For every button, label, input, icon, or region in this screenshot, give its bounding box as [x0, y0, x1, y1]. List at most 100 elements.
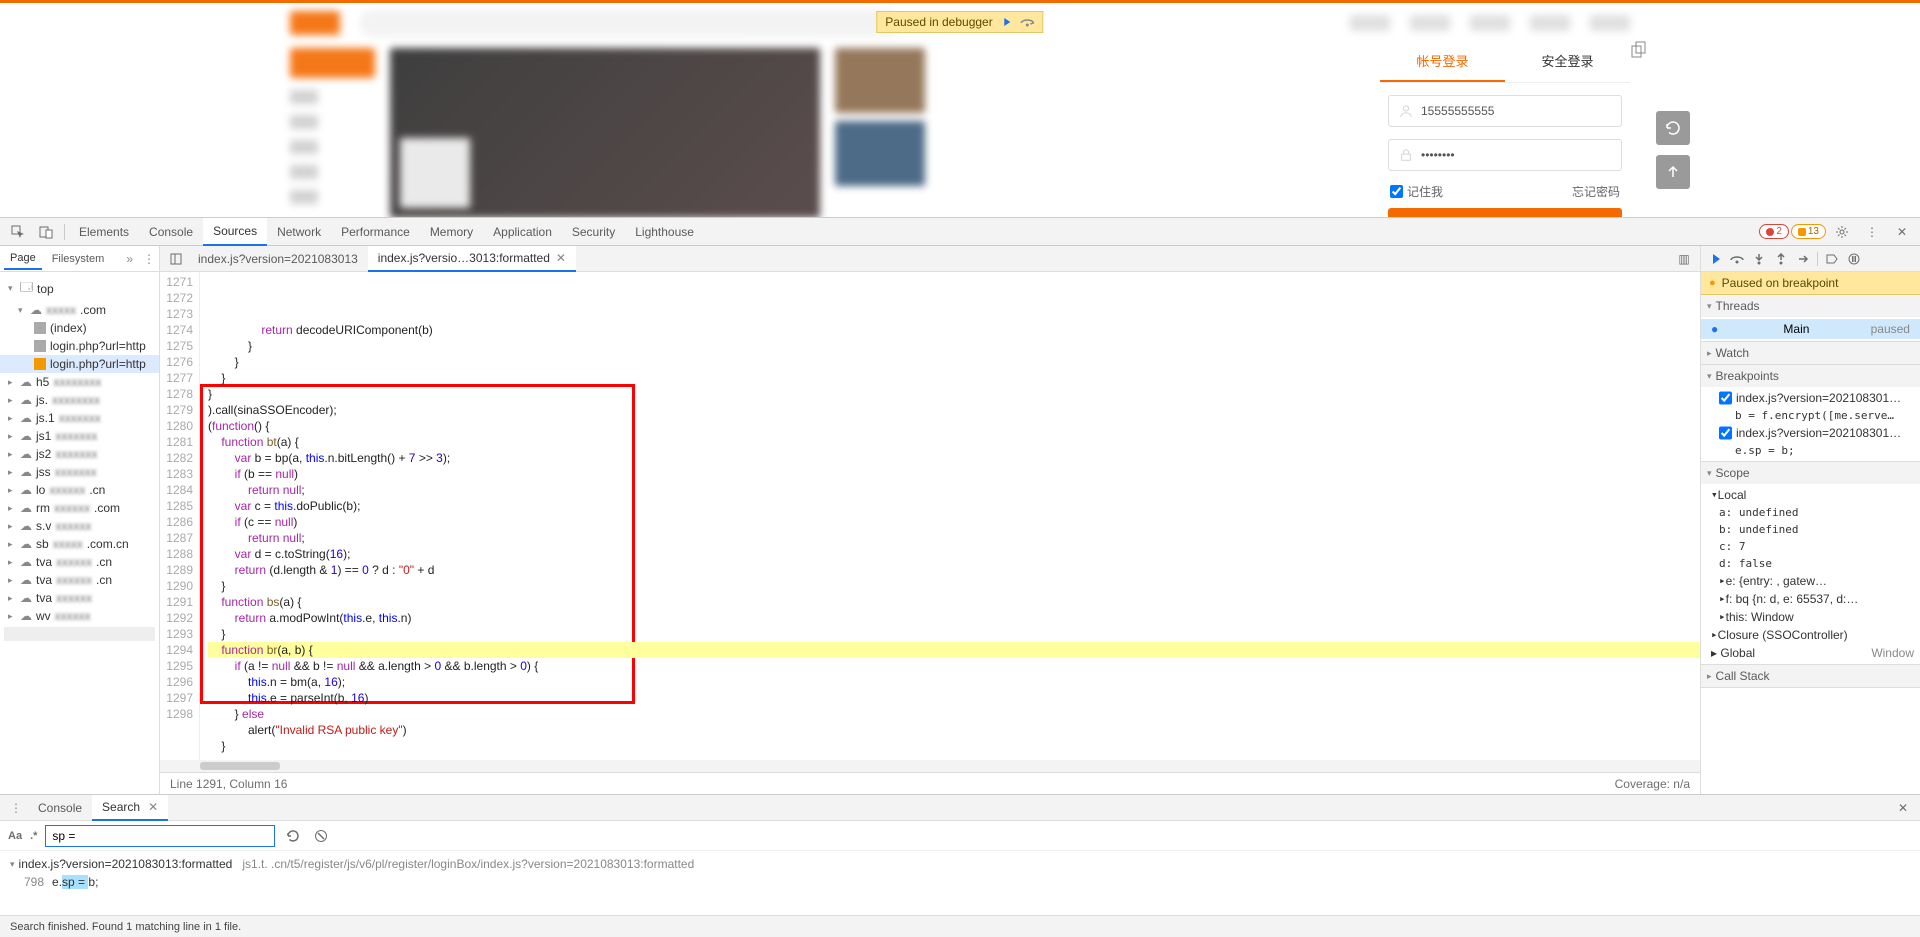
navigator-menu-icon[interactable]: ⋮ — [143, 252, 155, 266]
user-icon — [1399, 104, 1413, 118]
file-nav-icon[interactable] — [164, 247, 188, 271]
tab-network[interactable]: Network — [267, 218, 331, 246]
pause-exceptions-button[interactable] — [1844, 249, 1864, 269]
tab-performance[interactable]: Performance — [331, 218, 420, 246]
tab-console[interactable]: Console — [139, 218, 203, 246]
watch-header[interactable]: Watch — [1701, 342, 1920, 364]
back-to-top-button[interactable] — [1656, 155, 1690, 189]
close-search-icon[interactable]: ✕ — [148, 800, 158, 814]
remember-checkbox[interactable] — [1390, 185, 1403, 198]
tab-elements[interactable]: Elements — [69, 218, 139, 246]
drawer-close-icon[interactable]: ✕ — [1890, 801, 1916, 815]
tree-lo[interactable]: ▸☁loxxxxxx.cn — [0, 481, 159, 499]
error-count-badge[interactable]: 2 — [1759, 224, 1789, 239]
case-toggle[interactable]: Aa — [8, 830, 22, 842]
navigator-tab-filesystem[interactable]: Filesystem — [46, 249, 111, 269]
refresh-button[interactable] — [1656, 111, 1690, 145]
search-result-line[interactable]: 798e.sp = b; — [0, 873, 1920, 891]
resume-icon[interactable] — [1001, 17, 1013, 27]
settings-icon[interactable] — [1828, 218, 1856, 246]
tree-js10[interactable]: ▸☁js1xxxxxxx — [0, 427, 159, 445]
deactivate-bp-button[interactable] — [1822, 249, 1842, 269]
clear-search-icon[interactable] — [311, 826, 331, 846]
forgot-password-link[interactable]: 忘记密码 — [1572, 183, 1620, 200]
scope-c: c: 7 — [1701, 538, 1920, 555]
tree-domain[interactable]: ▾☁xxxxx.com — [0, 301, 159, 319]
tree-js1[interactable]: ▸☁js.1xxxxxxx — [0, 409, 159, 427]
more-icon[interactable]: ⋮ — [1858, 218, 1886, 246]
device-toggle-icon[interactable] — [32, 218, 60, 246]
tree-tva3[interactable]: ▸☁tvaxxxxxx — [0, 589, 159, 607]
step-over-icon[interactable] — [1021, 17, 1035, 27]
step-button[interactable] — [1793, 249, 1813, 269]
tree-index[interactable]: (index) — [0, 319, 159, 337]
file-tab-1[interactable]: index.js?version=2021083013 — [188, 246, 368, 272]
tree-login2[interactable]: login.php?url=http — [0, 355, 159, 373]
tab-memory[interactable]: Memory — [420, 218, 483, 246]
drawer-menu-icon[interactable]: ⋮ — [4, 801, 28, 815]
scope-this[interactable]: ▸ this: Window — [1701, 608, 1920, 626]
password-field[interactable]: •••••••• — [1388, 139, 1622, 171]
breakpoints-header[interactable]: Breakpoints — [1701, 365, 1920, 387]
refresh-search-icon[interactable] — [283, 826, 303, 846]
login-tab-secure[interactable]: 安全登录 — [1505, 41, 1630, 82]
cursor-position: Line 1291, Column 16 — [170, 777, 287, 791]
drawer-tab-search[interactable]: Search✕ — [92, 795, 168, 821]
breakpoint-1[interactable]: index.js?version=202108301… — [1701, 389, 1920, 407]
step-over-button[interactable] — [1727, 249, 1747, 269]
search-status: Search finished. Found 1 matching line i… — [0, 915, 1920, 937]
bp1-code: b = f.encrypt([me.serve… — [1701, 407, 1920, 424]
scope-global[interactable]: ▸ GlobalWindow — [1701, 644, 1920, 662]
close-tab-icon[interactable]: ✕ — [556, 251, 566, 265]
tab-application[interactable]: Application — [483, 218, 562, 246]
resume-button[interactable] — [1705, 249, 1725, 269]
tab-lighthouse[interactable]: Lighthouse — [625, 218, 704, 246]
breakpoint-2[interactable]: index.js?version=202108301… — [1701, 424, 1920, 442]
scope-f[interactable]: ▸ f: bq {n: d, e: 65537, d:… — [1701, 590, 1920, 608]
tree-sb[interactable]: ▸☁sbxxxxx.com.cn — [0, 535, 159, 553]
scope-e[interactable]: ▸ e: {entry: , gatew… — [1701, 572, 1920, 590]
tree-js2[interactable]: ▸☁js2xxxxxxx — [0, 445, 159, 463]
tree-sv[interactable]: ▸☁s.vxxxxxx — [0, 517, 159, 535]
bp1-checkbox[interactable] — [1719, 391, 1732, 405]
tree-tva1[interactable]: ▸☁tvaxxxxxx.cn — [0, 553, 159, 571]
scope-local[interactable]: ▾ Local — [1701, 486, 1920, 504]
step-into-button[interactable] — [1749, 249, 1769, 269]
h-scrollbar[interactable] — [160, 760, 1700, 772]
tree-jss[interactable]: ▸☁jssxxxxxxx — [0, 463, 159, 481]
drawer-tab-console[interactable]: Console — [28, 795, 92, 821]
tab-security[interactable]: Security — [562, 218, 625, 246]
code-editor[interactable]: 1271127212731274127512761277127812791280… — [160, 272, 1700, 760]
file-more-icon[interactable]: ▥ — [1672, 247, 1696, 271]
navigator-tab-page[interactable]: Page — [4, 248, 42, 270]
login-tab-account[interactable]: 帐号登录 — [1380, 41, 1505, 82]
login-submit-button[interactable]: 登录 — [1388, 208, 1622, 217]
remember-me[interactable]: 记住我 — [1390, 183, 1443, 200]
file-tab-2[interactable]: index.js?versio…3013:formatted✕ — [368, 246, 576, 272]
tree-tva2[interactable]: ▸☁tvaxxxxxx.cn — [0, 571, 159, 589]
step-out-button[interactable] — [1771, 249, 1791, 269]
search-input[interactable] — [45, 825, 275, 847]
inspect-icon[interactable] — [4, 218, 32, 246]
close-devtools-icon[interactable]: ✕ — [1888, 218, 1916, 246]
tree-js[interactable]: ▸☁js.xxxxxxxx — [0, 391, 159, 409]
scope-header[interactable]: Scope — [1701, 462, 1920, 484]
copy-icon[interactable] — [1630, 41, 1648, 59]
tree-login1[interactable]: login.php?url=http — [0, 337, 159, 355]
threads-header[interactable]: Threads — [1701, 295, 1920, 317]
tab-sources[interactable]: Sources — [203, 218, 267, 246]
scope-b: b: undefined — [1701, 521, 1920, 538]
search-result-file[interactable]: index.js?version=2021083013:formattedjs1… — [0, 855, 1920, 873]
warning-count-badge[interactable]: 13 — [1791, 224, 1826, 239]
tree-wv[interactable]: ▸☁wvxxxxxx — [0, 607, 159, 625]
regex-toggle[interactable]: .* — [30, 830, 37, 842]
scope-closure[interactable]: ▸ Closure (SSOController) — [1701, 626, 1920, 644]
tree-rm[interactable]: ▸☁rmxxxxxx.com — [0, 499, 159, 517]
navigator-more-icon[interactable]: » — [126, 252, 133, 266]
callstack-header[interactable]: Call Stack — [1701, 665, 1920, 687]
username-field[interactable]: 15555555555 — [1388, 95, 1622, 127]
bp2-checkbox[interactable] — [1719, 426, 1732, 440]
thread-main[interactable]: Mainpaused — [1701, 319, 1920, 339]
tree-h5[interactable]: ▸☁h5xxxxxxxx — [0, 373, 159, 391]
tree-top[interactable]: ▾🗔 top — [0, 276, 159, 301]
